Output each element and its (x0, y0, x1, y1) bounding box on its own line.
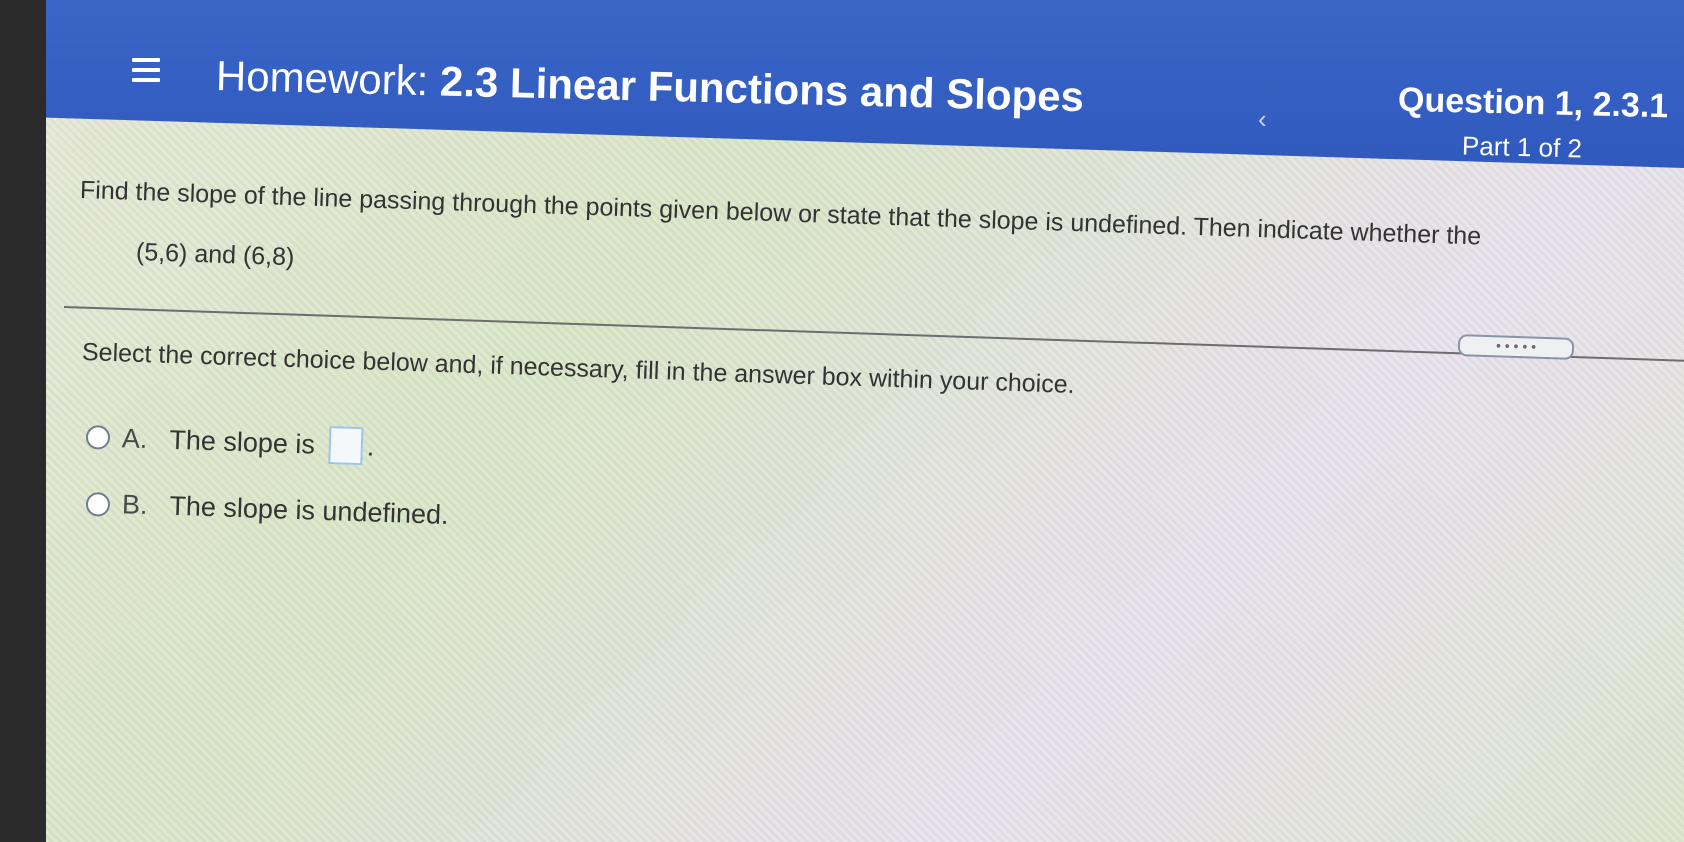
choice-a-radio[interactable] (85, 425, 111, 450)
choice-b-letter: B. (121, 489, 148, 521)
more-options-button[interactable]: • • • • • (1457, 334, 1575, 360)
choice-a-letter: A. (121, 422, 148, 454)
choice-b-text: The slope is undefined. (168, 490, 450, 531)
choice-a[interactable]: A. The slope is . (85, 418, 375, 466)
choice-a-text: The slope is (168, 424, 316, 460)
question-prompt: Find the slope of the line passing throu… (79, 176, 1482, 251)
slope-answer-input[interactable] (328, 426, 364, 466)
screen: Homework: 2.3 Linear Functions and Slope… (46, 0, 1684, 842)
answer-instruction: Select the correct choice below and, if … (81, 338, 1076, 399)
choice-a-suffix: . (366, 430, 375, 462)
choice-b-radio[interactable] (85, 491, 111, 517)
question-content: Find the slope of the line passing throu… (46, 0, 1684, 842)
choice-b[interactable]: B. The slope is undefined. (85, 488, 449, 531)
given-points: (5,6) and (6,8) (135, 238, 295, 272)
